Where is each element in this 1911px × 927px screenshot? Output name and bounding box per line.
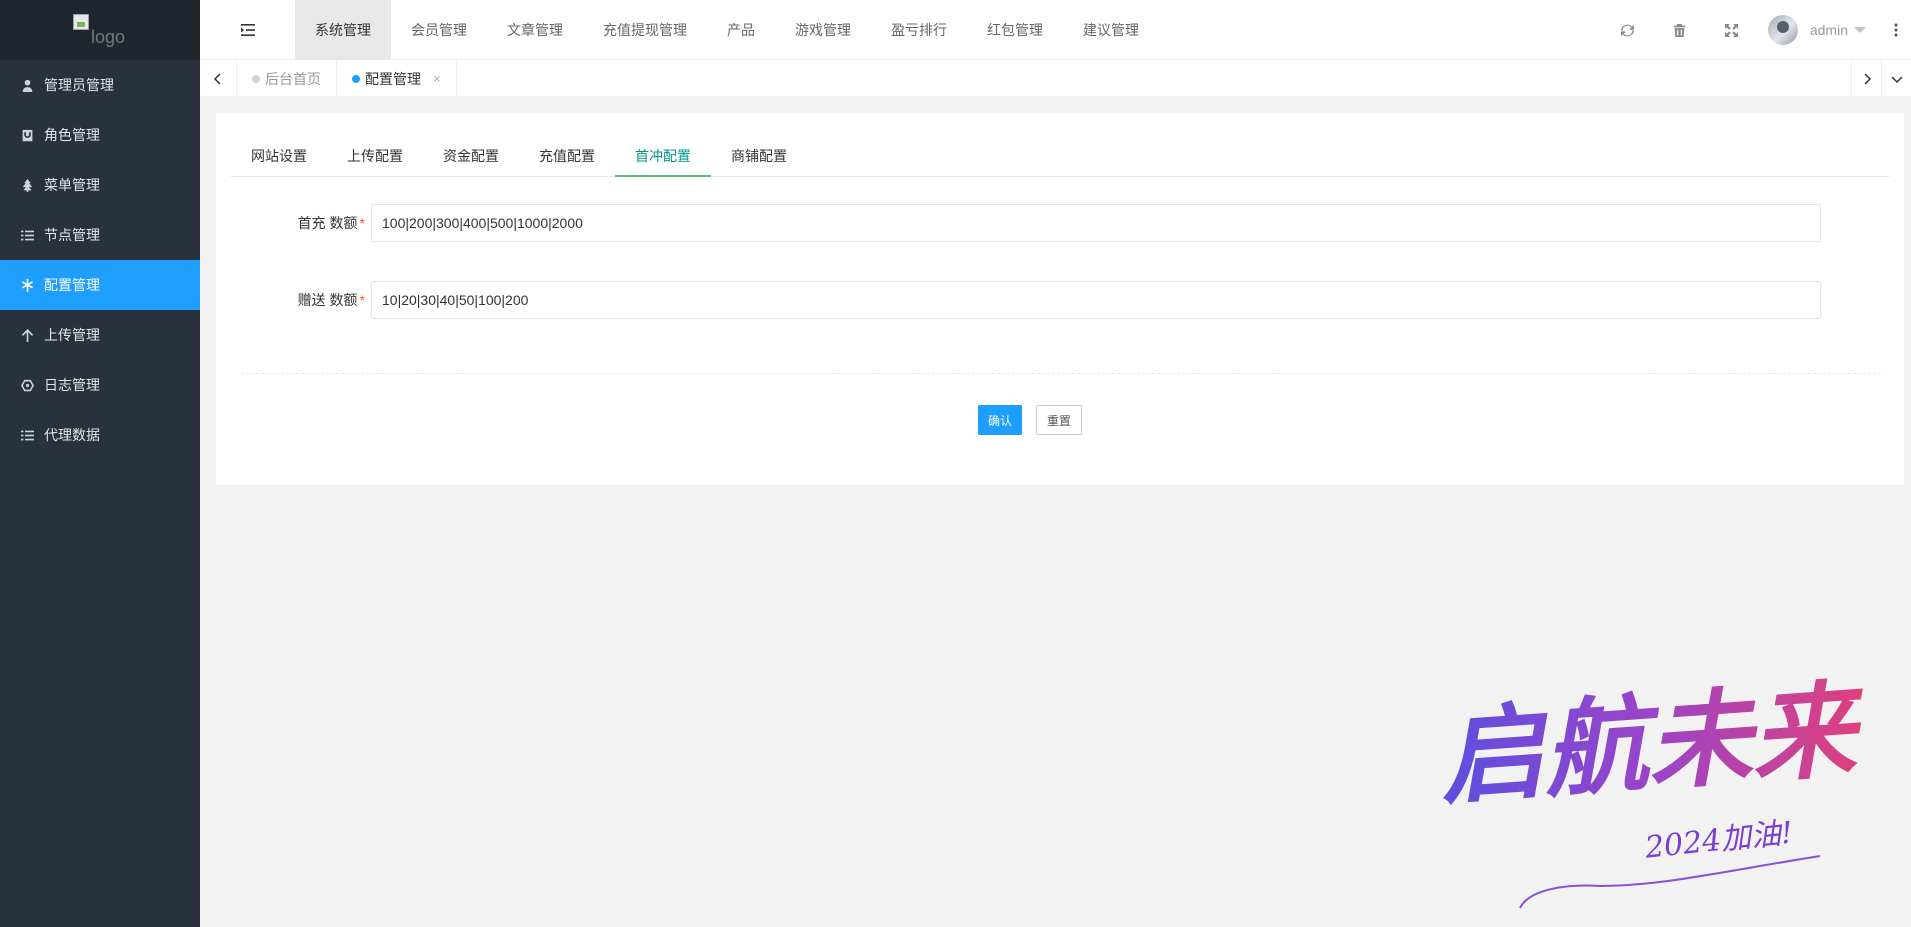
list-icon [20,228,34,242]
top-header: 系统管理 会员管理 文章管理 充值提现管理 产品 游戏管理 盈亏排行 红包管理 … [200,0,1911,60]
sidebar-item-label: 代理数据 [44,427,100,443]
top-nav-member[interactable]: 会员管理 [391,0,487,60]
clear-cache-button[interactable] [1654,0,1706,60]
top-nav: 系统管理 会员管理 文章管理 充值提现管理 产品 游戏管理 盈亏排行 红包管理 … [295,0,1159,60]
refresh-icon [1621,24,1635,36]
role-icon [20,128,34,142]
sidebar-item-upload[interactable]: 上传管理 [0,310,200,360]
bonus-amount-row: 赠送 数额 * [216,281,1821,319]
refresh-button[interactable] [1602,0,1654,60]
sidebar-item-label: 角色管理 [44,127,100,143]
config-tabs: 网站设置 上传配置 资金配置 充值配置 首冲配置 商铺配置 [231,135,1889,177]
tab-dot-icon [252,74,260,83]
sidebar-item-label: 上传管理 [44,327,100,343]
arrow-up-icon [20,328,34,342]
top-nav-game[interactable]: 游戏管理 [775,0,871,60]
tabs-scroll-left-button[interactable] [200,60,237,97]
hexagon-icon [20,378,34,392]
top-nav-system[interactable]: 系统管理 [295,0,391,60]
asterisk-icon [20,278,34,292]
form-divider [241,373,1881,374]
watermark-sub-text: 2024加油! [1642,815,1794,865]
more-vertical-icon [1894,23,1898,37]
user-name: admin [1809,22,1848,38]
sidebar-item-config[interactable]: 配置管理 [0,260,200,310]
tab-config[interactable]: 配置管理 × [337,60,457,97]
top-nav-recharge[interactable]: 充值提现管理 [583,0,707,60]
caret-down-icon [1854,27,1866,33]
sidebar-menu: 管理员管理 角色管理 菜单管理 节点管理 配置管理 上传管理 日志管理 代理数据 [0,60,200,460]
required-mark: * [359,215,365,231]
sidebar-item-label: 节点管理 [44,227,100,243]
close-icon[interactable]: × [433,71,441,86]
watermark-calligraphy: 启航未来 2024加油! [1436,667,1871,909]
indent-icon [240,24,255,36]
sidebar-item-label: 日志管理 [44,377,100,393]
logo-alt-text: logo [90,27,126,47]
sidebar-item-log[interactable]: 日志管理 [0,360,200,410]
broken-image-icon [72,14,89,30]
sidebar-item-label: 管理员管理 [44,77,114,93]
header-tools: admin [1602,0,1911,60]
watermark-main-text: 启航未来 [1436,667,1871,819]
page-tabs-bar: 后台首页 配置管理 × [200,60,1911,97]
tabs-scroll-right-button[interactable] [1851,60,1881,97]
sidebar: logo 管理员管理 角色管理 菜单管理 节点管理 配置管理 上传管理 日志管理… [0,0,200,927]
top-nav-ranking[interactable]: 盈亏排行 [871,0,967,60]
sidebar-item-agent[interactable]: 代理数据 [0,410,200,460]
avatar [1767,15,1798,45]
logo-image: logo [72,14,126,47]
tab-recharge-config[interactable]: 充值配置 [519,135,615,177]
logo[interactable]: logo [0,0,200,60]
tree-icon [20,178,34,192]
first-charge-amount-row: 首充 数额 * [216,204,1821,242]
chevron-left-icon [213,72,221,85]
user-menu[interactable]: admin [1758,0,1881,60]
top-nav-product[interactable]: 产品 [707,0,775,60]
sidebar-item-menu[interactable]: 菜单管理 [0,160,200,210]
bonus-amount-input[interactable] [371,281,1821,319]
tab-first-charge-config[interactable]: 首冲配置 [615,135,711,177]
top-nav-suggestion[interactable]: 建议管理 [1063,0,1159,60]
tab-label: 配置管理 [365,70,421,87]
tab-label: 后台首页 [265,70,321,87]
tab-shop-config[interactable]: 商铺配置 [711,135,807,177]
sidebar-item-label: 菜单管理 [44,177,100,193]
chevron-right-icon [1863,72,1871,85]
more-button[interactable] [1881,0,1911,60]
top-nav-article[interactable]: 文章管理 [487,0,583,60]
tab-dot-icon [352,74,360,83]
reset-button[interactable]: 重置 [1036,405,1082,435]
trash-icon [1674,23,1686,37]
chevron-down-icon [1890,75,1903,83]
fullscreen-button[interactable] [1706,0,1758,60]
tab-site-settings[interactable]: 网站设置 [231,135,327,177]
sidebar-item-label: 配置管理 [44,277,100,293]
bonus-amount-label: 赠送 数额 * [297,292,365,308]
sidebar-item-node[interactable]: 节点管理 [0,210,200,260]
tab-home[interactable]: 后台首页 [237,60,337,97]
top-nav-redpacket[interactable]: 红包管理 [967,0,1063,60]
tab-upload-config[interactable]: 上传配置 [327,135,423,177]
user-icon [20,78,34,92]
sidebar-item-role[interactable]: 角色管理 [0,110,200,160]
tab-fund-config[interactable]: 资金配置 [423,135,519,177]
required-mark: * [359,292,365,308]
first-charge-amount-label: 首充 数额 * [297,215,365,231]
confirm-button[interactable]: 确认 [978,405,1022,435]
fullscreen-icon [1725,23,1739,37]
first-charge-amount-input[interactable] [371,204,1821,242]
form-actions: 确认 重置 [978,405,1082,435]
collapse-sidebar-button[interactable] [200,0,295,60]
sidebar-item-admin[interactable]: 管理员管理 [0,60,200,110]
list-icon [20,428,34,442]
tabs-dropdown-button[interactable] [1881,60,1911,97]
config-card: 网站设置 上传配置 资金配置 充值配置 首冲配置 商铺配置 首充 数额* 赠送 … [216,113,1904,485]
